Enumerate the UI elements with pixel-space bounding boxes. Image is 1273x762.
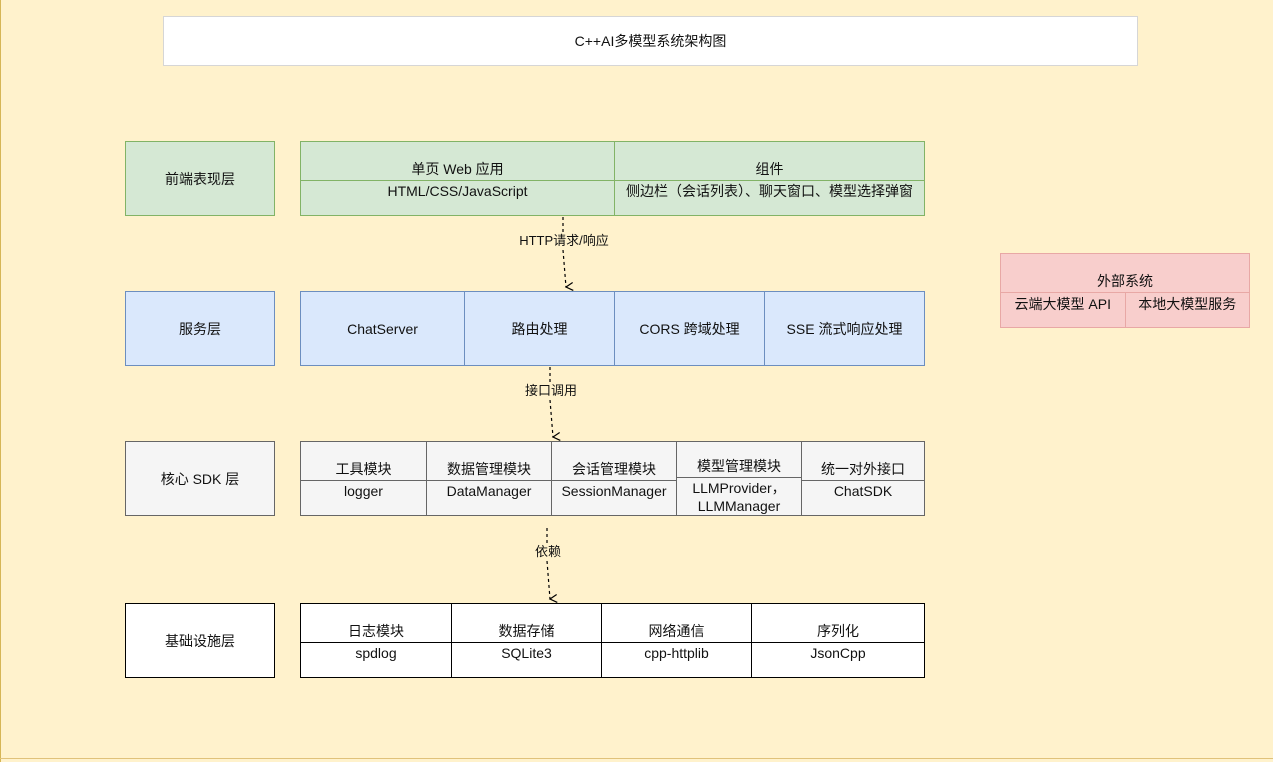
edge-frontend-to-service <box>563 217 566 287</box>
edge-label-depend: 依赖 <box>532 544 564 560</box>
edge-label-interface: 接口调用 <box>522 383 580 399</box>
edge-label-http: HTTP请求/响应 <box>517 233 611 249</box>
edge-layer <box>0 217 1273 762</box>
edge-core-to-infra <box>547 528 550 599</box>
diagram-canvas: C++AI多模型系统架构图 前端表现层 单页 Web 应用 HTML/CSS/J… <box>0 0 1273 762</box>
edge-service-to-core <box>550 367 553 437</box>
